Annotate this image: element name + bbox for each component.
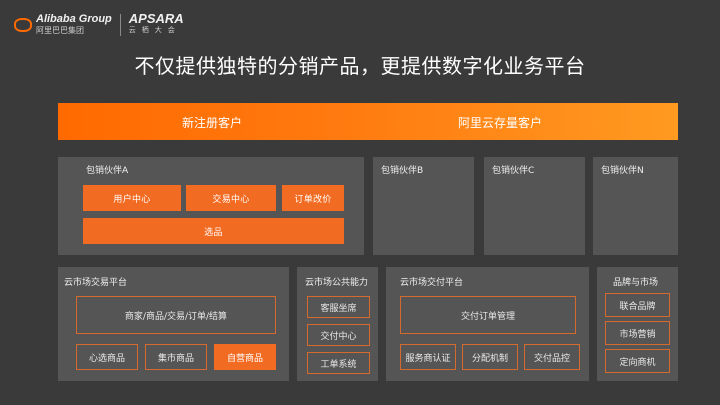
apsara-text: APSARA [128, 11, 184, 26]
market-products-box[interactable]: 集市商品 [145, 344, 207, 370]
customer-service-box[interactable]: 客服坐席 [307, 296, 370, 318]
alibaba-wordmark: Alibaba Group 阿里巴巴集团 [36, 14, 112, 36]
provider-certification-box[interactable]: 服务商认证 [400, 344, 456, 370]
alibaba-logo-icon [14, 18, 32, 32]
apsara-cn-text: 云栖大会 [128, 27, 181, 34]
partner-n-panel: 包销伙伴N [593, 157, 678, 255]
market-public-panel: 云市场公共能力 客服坐席 交付中心 工单系统 [297, 267, 378, 381]
apsara-logo: APSARA 云栖大会 [128, 11, 184, 37]
market-delivery-panel: 云市场交付平台 交付订单管理 服务商认证 分配机制 交付品控 [386, 267, 589, 381]
partner-n-label: 包销伙伴N [601, 166, 644, 176]
partner-c-label: 包销伙伴C [492, 166, 535, 176]
targeted-opportunity-box[interactable]: 定向商机 [605, 349, 670, 373]
joint-brand-box[interactable]: 联合品牌 [605, 293, 670, 317]
curated-products-box[interactable]: 心选商品 [76, 344, 138, 370]
order-reprice-box[interactable]: 订单改价 [282, 185, 344, 211]
new-customer-label: 新注册客户 [182, 116, 243, 130]
partner-c-panel: 包销伙伴C [484, 157, 585, 255]
alibaba-group-cn-text: 阿里巴巴集团 [36, 26, 84, 35]
market-trade-panel: 云市场交易平台 商家/商品/交易/订单/结算 心选商品 集市商品 自营商品 [58, 267, 289, 381]
delivery-order-mgmt-box[interactable]: 交付订单管理 [400, 296, 576, 334]
delivery-quality-box[interactable]: 交付品控 [524, 344, 580, 370]
user-center-box[interactable]: 用户中心 [83, 185, 181, 211]
marketing-box[interactable]: 市场营销 [605, 321, 670, 345]
brand-market-label: 品牌与市场 [613, 278, 659, 288]
header-logos: Alibaba Group 阿里巴巴集团 APSARA 云栖大会 [14, 12, 184, 38]
self-operated-products-box[interactable]: 自营商品 [214, 344, 276, 370]
allocation-mechanism-box[interactable]: 分配机制 [462, 344, 518, 370]
partner-a-label: 包销伙伴A [86, 166, 129, 176]
existing-customer-label: 阿里云存量客户 [458, 116, 543, 130]
ticket-system-box[interactable]: 工单系统 [307, 352, 370, 374]
delivery-center-box[interactable]: 交付中心 [307, 324, 370, 346]
market-trade-label: 云市场交易平台 [64, 278, 128, 288]
logo-divider [119, 14, 121, 36]
alibaba-group-text: Alibaba Group [36, 13, 112, 25]
market-public-label: 云市场公共能力 [305, 278, 369, 288]
trade-center-box[interactable]: 交易中心 [186, 185, 276, 211]
brand-market-panel: 品牌与市场 联合品牌 市场营销 定向商机 [597, 267, 678, 381]
product-selection-box[interactable]: 选品 [83, 218, 344, 244]
merchant-product-trade-box[interactable]: 商家/商品/交易/订单/结算 [76, 296, 276, 334]
partner-b-panel: 包销伙伴B [373, 157, 474, 255]
partner-b-label: 包销伙伴B [381, 166, 424, 176]
slide-title: 不仅提供独特的分销产品，更提供数字化业务平台 [134, 54, 586, 78]
partner-a-panel: 包销伙伴A 用户中心 交易中心 订单改价 选品 [58, 157, 364, 255]
customer-banner: 新注册客户 阿里云存量客户 [58, 103, 678, 140]
market-delivery-label: 云市场交付平台 [400, 278, 464, 288]
